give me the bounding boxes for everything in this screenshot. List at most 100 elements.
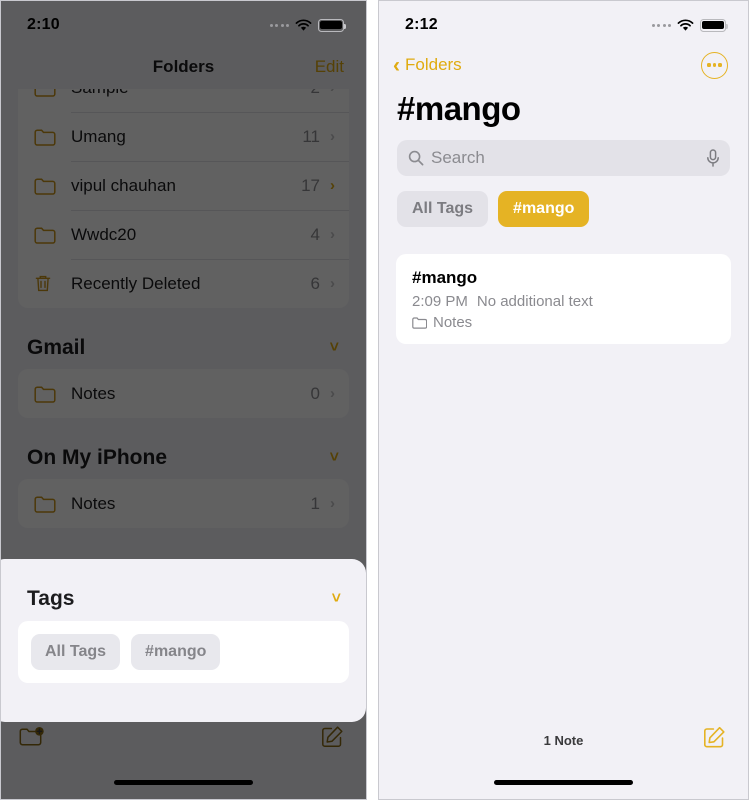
- folder-icon: [34, 89, 58, 97]
- folder-count: 17: [301, 175, 320, 195]
- chevron-down-icon[interactable]: ˅: [332, 590, 341, 608]
- chevron-right-icon: ›: [330, 128, 335, 145]
- folder-name: Recently Deleted: [71, 273, 201, 293]
- tag-chip-all-tags[interactable]: All Tags: [31, 634, 121, 670]
- status-bar: 2:10: [1, 1, 366, 45]
- table-row[interactable]: Notes 0 ›: [18, 369, 349, 418]
- section-title: On My iPhone: [27, 446, 168, 469]
- tags-chip-card: All Tags #mango: [18, 621, 349, 683]
- signal-dots-icon: [651, 23, 671, 27]
- chevron-down-icon[interactable]: ˅: [330, 449, 339, 467]
- folder-count: 0: [310, 383, 320, 403]
- folder-icon: [34, 385, 58, 403]
- folders-group-main: Sample 2 › Umang 11 ›: [18, 89, 349, 308]
- trash-icon: [34, 274, 58, 293]
- status-time: 2:12: [405, 16, 438, 33]
- microphone-icon[interactable]: [706, 149, 720, 167]
- folder-name: Wwdc20: [71, 224, 137, 244]
- battery-icon: [318, 18, 347, 32]
- home-indicator[interactable]: [114, 779, 253, 785]
- section-header-on-my-iphone[interactable]: On My iPhone ˅: [18, 428, 349, 479]
- table-row[interactable]: Wwdc20 4 ›: [18, 210, 349, 259]
- note-excerpt: No additional text: [476, 293, 593, 310]
- note-folder: Notes: [412, 314, 715, 331]
- note-count-label: 1 Note: [543, 732, 584, 748]
- folder-name: Notes: [71, 383, 116, 403]
- folder-icon: [34, 128, 58, 146]
- status-bar: 2:12: [379, 1, 748, 45]
- chevron-left-icon: ‹: [393, 53, 400, 77]
- chevron-right-icon: ›: [330, 226, 335, 243]
- folders-group-on-my-iphone: Notes 1 ›: [18, 479, 349, 528]
- section-header-gmail[interactable]: Gmail ˅: [18, 318, 349, 369]
- chevron-right-icon: ›: [330, 495, 335, 512]
- table-row[interactable]: Notes 1 ›: [18, 479, 349, 528]
- folder-icon: [34, 495, 58, 513]
- folder-count: 4: [310, 224, 320, 244]
- notes-list: #mango 2:09 PM No additional text Notes: [379, 227, 748, 715]
- search-bar[interactable]: Search: [397, 140, 730, 176]
- status-indicators: [269, 15, 347, 32]
- list-item[interactable]: #mango 2:09 PM No additional text Notes: [396, 254, 731, 344]
- section-header-tags[interactable]: Tags ˅: [18, 559, 349, 621]
- note-time: 2:09 PM: [412, 293, 468, 310]
- compose-icon[interactable]: [702, 726, 726, 755]
- folder-icon: [412, 316, 427, 329]
- note-meta: 2:09 PM No additional text: [412, 293, 715, 310]
- section-title: Gmail: [27, 336, 86, 359]
- page-title: Folders: [152, 57, 215, 76]
- chevron-right-icon: ›: [330, 177, 335, 194]
- folders-navbar: Folders Edit: [1, 45, 366, 89]
- tag-chip-mango[interactable]: #mango: [131, 634, 221, 670]
- table-row[interactable]: vipul chauhan 17 ›: [18, 161, 349, 210]
- filter-chip-mango[interactable]: #mango: [498, 191, 590, 227]
- notes-toolbar: 1 Note: [379, 715, 748, 765]
- battery-icon: [700, 18, 729, 32]
- table-row[interactable]: Recently Deleted 6 ›: [18, 259, 349, 308]
- section-title: Tags: [27, 587, 75, 610]
- compose-icon[interactable]: [320, 725, 344, 754]
- dual-screenshot-comparison: 2:10 Folders Edit Umang 11 › vipul chauh…: [0, 0, 750, 800]
- folder-count: 11: [302, 126, 320, 146]
- tag-filter-row: All Tags #mango: [379, 176, 748, 227]
- tags-section-highlight: Tags ˅ All Tags #mango: [1, 559, 366, 722]
- note-title: #mango: [412, 268, 478, 287]
- signal-dots-icon: [269, 23, 289, 27]
- folder-icon: [34, 226, 58, 244]
- left-phone-screen: 2:10 Folders Edit Umang 11 › vipul chauh…: [0, 0, 367, 800]
- wifi-icon: [295, 18, 312, 31]
- chevron-right-icon: ›: [330, 385, 335, 402]
- search-icon: [408, 150, 424, 166]
- right-phone-screen: 2:12 ‹ Folders #mango Search All Tags #m…: [378, 0, 749, 800]
- back-button-label: Folders: [405, 55, 462, 74]
- home-indicator[interactable]: [494, 779, 633, 785]
- folder-count: 1: [310, 493, 320, 513]
- search-input[interactable]: Search: [431, 148, 699, 168]
- folder-name: Umang: [71, 126, 126, 146]
- note-folder-name: Notes: [433, 314, 473, 331]
- page-title: #mango: [397, 90, 521, 127]
- tag-navbar: ‹ Folders: [379, 45, 748, 85]
- new-folder-icon[interactable]: [19, 726, 45, 753]
- folders-group-gmail: Notes 0 ›: [18, 369, 349, 418]
- chevron-right-icon: ›: [330, 89, 335, 96]
- folder-count: 6: [310, 273, 320, 293]
- more-ellipsis-icon[interactable]: [701, 51, 728, 79]
- filter-chip-all-tags[interactable]: All Tags: [397, 191, 489, 227]
- table-row[interactable]: Sample 2 ›: [18, 89, 349, 112]
- wifi-icon: [677, 18, 694, 31]
- folder-count: 2: [311, 89, 330, 98]
- folder-name: Sample: [58, 89, 311, 98]
- edit-button[interactable]: Edit: [315, 57, 344, 77]
- folder-icon: [34, 177, 58, 195]
- table-row[interactable]: Umang 11 ›: [18, 112, 349, 161]
- back-button[interactable]: ‹ Folders: [393, 55, 462, 76]
- tag-notes-screen: 2:12 ‹ Folders #mango Search All Tags #m…: [379, 1, 748, 799]
- home-indicator-area: [1, 765, 366, 799]
- folder-name: vipul chauhan: [71, 175, 176, 195]
- chevron-down-icon[interactable]: ˅: [330, 339, 339, 357]
- chevron-right-icon: ›: [330, 275, 335, 292]
- home-indicator-area: [379, 765, 748, 799]
- status-indicators: [651, 15, 729, 32]
- status-time: 2:10: [27, 16, 60, 33]
